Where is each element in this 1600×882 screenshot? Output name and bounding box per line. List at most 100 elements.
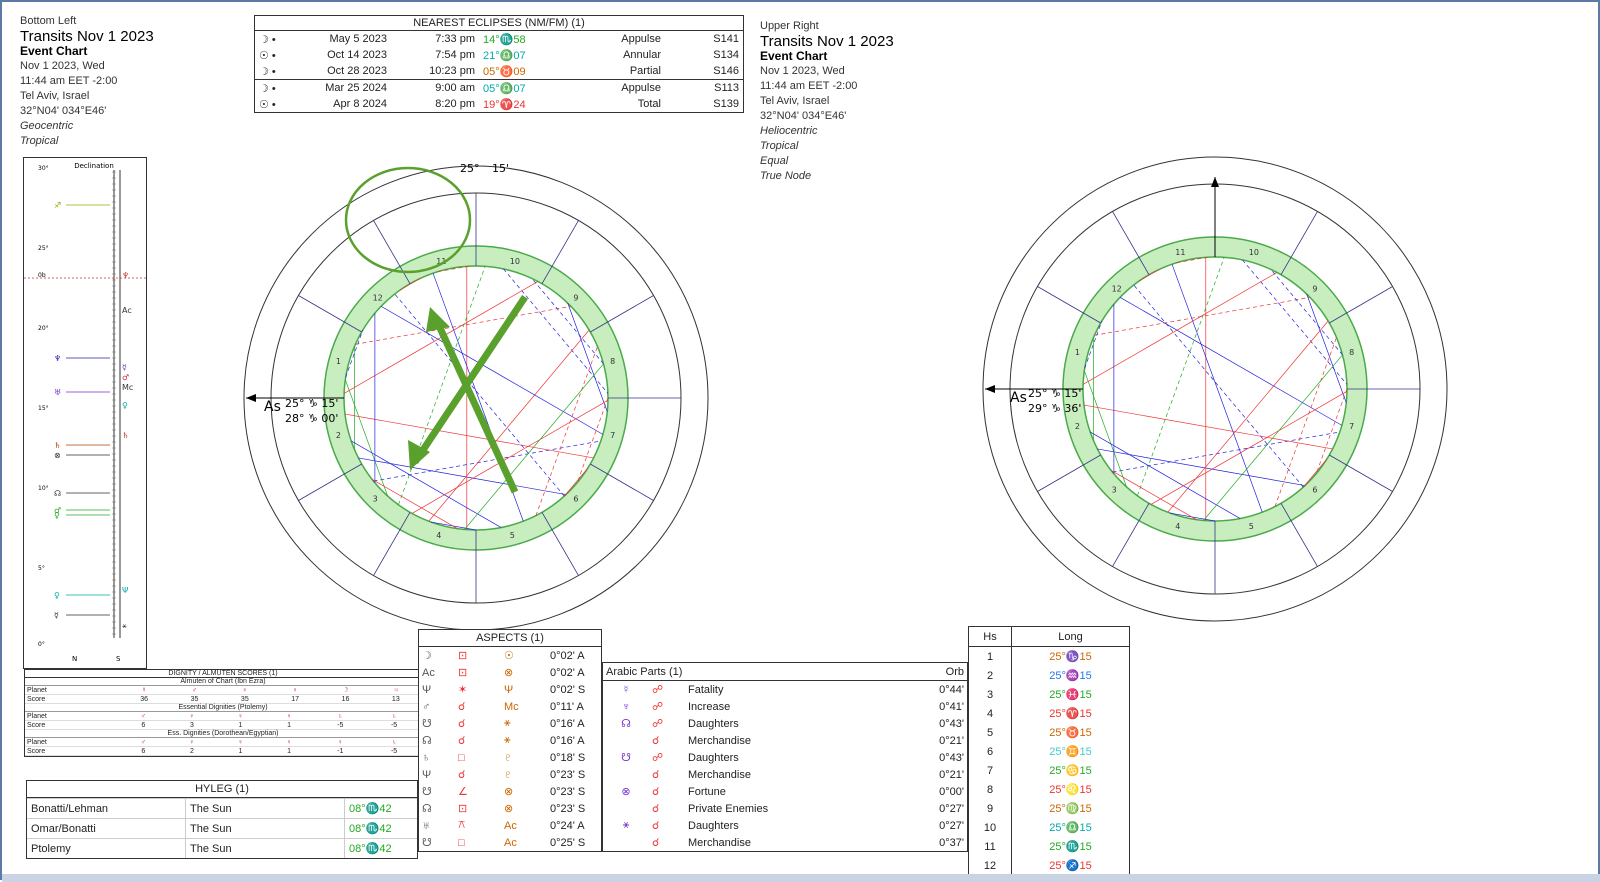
dignity-score: -5	[367, 746, 421, 756]
dignity-planet-glyph: ♀	[269, 686, 321, 695]
aspect-row[interactable]: Ψ ✶ Ψ 0°02' S	[419, 681, 601, 698]
aspect-planet-2: ☉	[504, 650, 514, 662]
eclipse-time: 7:54 pm	[435, 49, 475, 61]
house-row[interactable]: 1 25°♑15	[969, 646, 1129, 666]
aspect-row[interactable]: ☋ ☌ ⚹ 0°16' A	[419, 715, 601, 732]
dignity-score: 6	[119, 720, 168, 730]
eclipse-date: May 5 2023	[329, 33, 387, 45]
aspect-row[interactable]: ♅ ⚻ Ac 0°24' A	[419, 817, 601, 834]
declination-glyph: ♂	[122, 373, 129, 382]
dignity-table-essential: Planet ♂ ♀ ♀ ♀ ♄ ♄ Score 6 3 1 1 -5 -5	[25, 712, 421, 730]
eclipse-row[interactable]: ☉ • Apr 8 2024 8:20 pm 19°♈24 Total S139	[255, 96, 743, 112]
aspect-row[interactable]: ☊ ⊡ ⊗ 0°23' S	[419, 800, 601, 817]
arabic-part-row[interactable]: ☋ ☍ Daughters 0°43'	[603, 749, 967, 766]
arabic-parts-panel[interactable]: Arabic Parts (1) Orb ☿ ☍ Fatality 0°44' ♆ ☍ In…	[602, 662, 968, 852]
decl-south-label: S	[116, 655, 121, 663]
declination-glyph: ☿	[122, 363, 127, 372]
house-row[interactable]: 8 25°♌15	[969, 780, 1129, 799]
hyleg-row[interactable]: Omar/Bonatti The Sun 08°♏42	[27, 818, 417, 839]
aspect-row[interactable]: ♂ ☌ Mc 0°11' A	[419, 698, 601, 715]
eclipse-date: Apr 8 2024	[333, 98, 387, 110]
eclipse-row[interactable]: ☽ • Mar 25 2024 9:00 am 05°♎07 Appulse S113	[255, 79, 743, 96]
eclipse-row[interactable]: ☽ • May 5 2023 7:33 pm 14°♏58 Appulse S141	[255, 31, 743, 47]
chart-zodiac: Tropical	[760, 140, 799, 152]
arabic-part-aspect: ☍	[652, 718, 664, 730]
aspect-row[interactable]: Ψ ☌ ♇ 0°23' S	[419, 766, 601, 783]
arabic-part-row[interactable]: ♆ ☍ Increase 0°41'	[603, 698, 967, 715]
arabic-part-row[interactable]: ☿ ☍ Fatality 0°44'	[603, 681, 967, 699]
decl-tick-label: 5°	[38, 565, 45, 572]
dignity-score: 2	[167, 746, 217, 756]
house-row[interactable]: 11 25°♏15	[969, 837, 1129, 856]
house-number: 6	[969, 742, 1012, 761]
eclipse-type: Total	[637, 98, 661, 110]
aspect-row[interactable]: ☋ □ Ac 0°25' S	[419, 834, 601, 851]
arabic-part-glyph	[603, 800, 649, 817]
declination-graph: Declination 30° 25° 0b 20° 15° 10° 5° 0°…	[23, 157, 147, 669]
house-number: 12	[969, 856, 1012, 875]
declination-glyph: ♀	[122, 401, 128, 410]
aspect-row[interactable]: ♄ □ ♇ 0°18' S	[419, 749, 601, 766]
aspect-planet-1: ♅	[422, 819, 431, 832]
dignity-planet-row: Planet ♂ ♀ ♀ ♀ ♀ ♄	[25, 738, 421, 747]
eclipse-date: Mar 25 2024	[293, 79, 391, 96]
chart-time: 11:44 am EET -2:00	[20, 75, 118, 87]
aspect-orb: 0°02' S	[550, 683, 586, 696]
hyleg-row[interactable]: Bonatti/Lehman The Sun 08°♏42	[27, 798, 417, 819]
dignity-panel[interactable]: DIGNITY / ALMUTEN SCORES (1) Almuten of …	[24, 669, 422, 757]
arabic-part-row[interactable]: ⚹ ☌ Daughters 0°27'	[603, 817, 967, 834]
aspect-row[interactable]: ☋ ∠ ⊗ 0°23' S	[419, 783, 601, 800]
eclipse-saros: S139	[713, 98, 739, 110]
eclipses-panel[interactable]: NEAREST ECLIPSES (NM/FM) (1) ☽ • May 5 20…	[254, 15, 744, 113]
aspect-row[interactable]: ☊ ☌ ⚹ 0°16' A	[419, 732, 601, 749]
arabic-part-glyph: ☊	[621, 718, 631, 730]
arabic-part-row[interactable]: ☌ Private Enemies 0°27'	[603, 800, 967, 817]
aspect-planet-1: ☽	[422, 650, 432, 662]
decl-north-label: N	[72, 655, 77, 663]
arabic-part-row[interactable]: ☊ ☍ Daughters 0°43'	[603, 715, 967, 732]
arabic-part-row[interactable]: ⊗ ☌ Fortune 0°00'	[603, 783, 967, 800]
aspects-panel[interactable]: ASPECTS (1) ☽ ⊡ ☉ 0°02' A Ac ⊡ ⊗ 0°02' A Ψ ✶ Ψ 0°02…	[418, 629, 602, 852]
house-row[interactable]: 5 25°♉15	[969, 723, 1129, 742]
geocentric-chart-wheel[interactable]: 76543211211 1098 25° 15' As 25° ♑ 15' 28°…	[230, 152, 722, 642]
house-cusps-panel[interactable]: Hs Long 1 25°♑15 2 25°♒15 3 25°♓15 4 25°♈15 5 25°…	[968, 626, 1130, 876]
dignity-score: 35	[219, 694, 270, 704]
arabic-part-aspect: ☌	[652, 769, 660, 781]
aspect-planet-2: ⊗	[504, 803, 514, 815]
arabic-parts-orb-header: Orb	[901, 663, 967, 681]
arabic-part-row[interactable]: ☌ Merchandise 0°21'	[603, 766, 967, 783]
aspect-planet-1: Ψ	[422, 683, 432, 696]
aspect-planet-1: ♄	[422, 751, 431, 764]
arabic-part-row[interactable]: ☌ Merchandise 0°21'	[603, 732, 967, 749]
house-number-label: 1	[1075, 348, 1080, 357]
house-row[interactable]: 9 25°♍15	[969, 799, 1129, 818]
eclipse-row[interactable]: ☉ • Oct 14 2023 7:54 pm 21°♎07 Annular S134	[255, 47, 743, 63]
dignity-subtitle: Essential Dignities (Ptolemy)	[25, 704, 421, 712]
house-row[interactable]: 3 25°♓15	[969, 685, 1129, 704]
aspect-row[interactable]: ☽ ⊡ ☉ 0°02' A	[419, 647, 601, 664]
house-number-label: 7	[610, 431, 615, 440]
hyleg-body: The Sun	[185, 798, 345, 819]
house-number: 9	[969, 799, 1012, 818]
house-row[interactable]: 4 25°♈15	[969, 704, 1129, 723]
arabic-part-row[interactable]: ☌ Merchandise 0°37'	[603, 834, 967, 851]
eclipse-saros: S134	[713, 49, 739, 61]
dignity-score: -5	[313, 720, 368, 730]
house-row[interactable]: 7 25°♋15	[969, 761, 1129, 780]
house-row[interactable]: 10 25°♎15	[969, 818, 1129, 837]
house-number-label: 4	[436, 531, 441, 540]
house-number-label: 9	[573, 294, 578, 303]
arabic-part-orb: 0°27'	[939, 802, 964, 815]
house-row[interactable]: 12 25°♐15	[969, 856, 1129, 875]
arabic-part-glyph: ☿	[621, 683, 631, 696]
aspect-row[interactable]: Ac ⊡ ⊗ 0°02' A	[419, 664, 601, 681]
hyleg-panel[interactable]: HYLEG (1) Bonatti/Lehman The Sun 08°♏42 Oma…	[26, 780, 418, 859]
house-row[interactable]: 2 25°♒15	[969, 666, 1129, 685]
dignity-planet-glyph: ☿	[119, 686, 170, 695]
dignity-score-row: Score 36 35 35 17 16 13	[25, 694, 421, 704]
heliocentric-chart-wheel[interactable]: 7 6 5 4 3 2 1 12 11 10 9 8 As 25° ♑ 15' 29° ♑ 36'	[970, 144, 1460, 634]
chart-type: Event Chart	[20, 44, 88, 58]
eclipse-row[interactable]: ☽ • Oct 28 2023 10:23 pm 05°♉09 Partial S146	[255, 63, 743, 80]
house-row[interactable]: 6 25°♊15	[969, 742, 1129, 761]
hyleg-row[interactable]: Ptolemy The Sun 08°♏42	[27, 838, 417, 858]
